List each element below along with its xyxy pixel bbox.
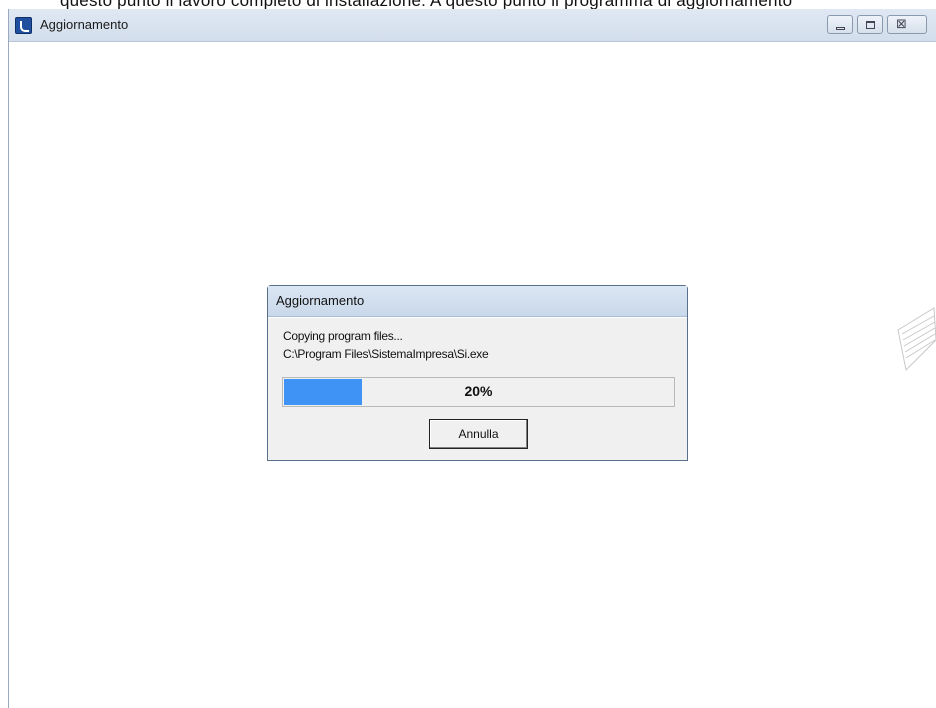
minimize-icon — [836, 27, 845, 30]
background-text-fragment: questo punto il lavoro completo di insta… — [60, 0, 792, 9]
close-button[interactable]: ⊠ — [887, 15, 927, 34]
status-text: Copying program files... — [283, 329, 403, 343]
maximize-icon — [866, 21, 875, 29]
dialog-titlebar[interactable]: Aggiornamento — [268, 286, 687, 317]
dialog-body: Copying program files... C:\Program File… — [268, 317, 687, 460]
file-path-text: C:\Program Files\SistemaImpresa\Si.exe — [283, 347, 489, 361]
cancel-button[interactable]: Annulla — [429, 419, 528, 449]
close-icon: ⊠ — [896, 17, 907, 32]
main-window-title: Aggiornamento — [40, 17, 129, 32]
progress-percent: 20% — [464, 383, 493, 399]
dialog-title: Aggiornamento — [276, 293, 365, 308]
progress-dialog: Aggiornamento Copying program files... C… — [267, 285, 688, 461]
app-icon[interactable] — [15, 17, 32, 34]
main-titlebar[interactable]: Aggiornamento ⊠ — [9, 9, 936, 42]
progress-bar: 20% — [282, 377, 675, 407]
maximize-button[interactable] — [857, 15, 883, 34]
minimize-button[interactable] — [827, 15, 853, 34]
background-document-text: questo punto il lavoro completo di insta… — [0, 0, 936, 9]
decorative-notepad-icon — [897, 307, 936, 372]
